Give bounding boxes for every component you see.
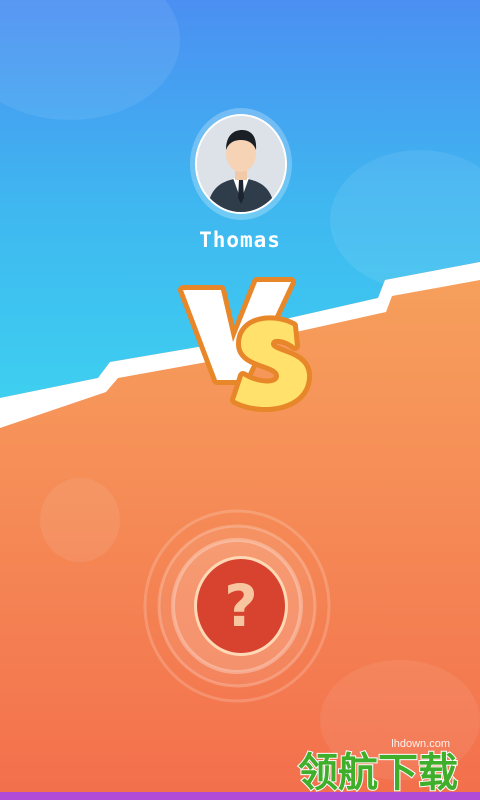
- businessman-avatar-icon: [197, 116, 285, 212]
- watermark-logo: 领航下载: [297, 749, 459, 797]
- vs-logo: [178, 277, 312, 412]
- question-mark-icon: ?: [224, 572, 258, 640]
- player-avatar[interactable]: [195, 114, 287, 214]
- svg-text:领航下载: 领航下载: [298, 750, 458, 796]
- player-name: Thomas: [199, 228, 281, 252]
- bottom-strip: [0, 792, 480, 800]
- match-screen: Thomas ? lhdown.com 领航下载: [0, 0, 480, 800]
- opponent-placeholder-button[interactable]: ?: [194, 556, 288, 656]
- sand-bubble: [40, 478, 120, 562]
